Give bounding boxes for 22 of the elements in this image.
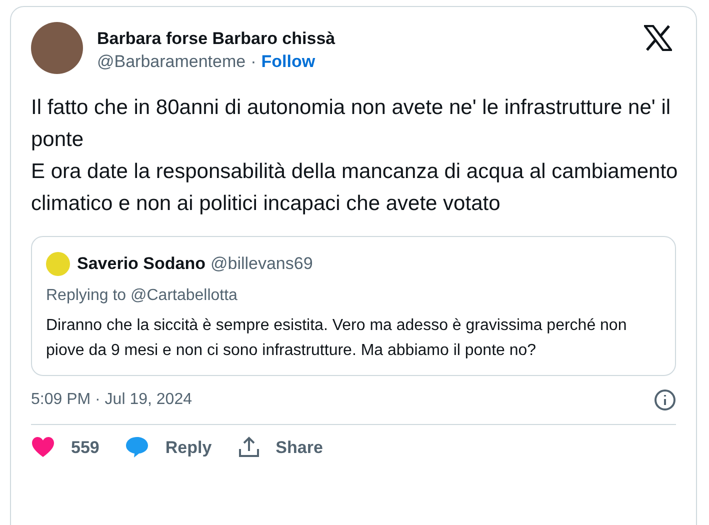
timestamp[interactable]: 5:09 PM · Jul 19, 2024: [31, 388, 192, 412]
tweet-text: E ora date la responsabilità della mancanza di acqua al cambiamento climatico e non ai politici incapaci che avete votato: [31, 159, 679, 217]
avatar-photo-placeholder: [31, 22, 83, 74]
quoted-tweet-card[interactable]: [31, 236, 676, 376]
share-icon: [238, 436, 260, 458]
author-handle: @Barbaramenteme: [97, 51, 246, 73]
quoted-author-name: Saverio Sodano: [77, 253, 206, 275]
author-name: Barbara forse Barbaro chissà: [97, 28, 336, 50]
quoted-tweet-text: Diranno che la siccità è sempre esistita. Vero ma adesso è gravissima perché non piove da 9 mesi e non ci sono infrastrutture. Ma abbiamo il ponte no?: [46, 316, 628, 360]
replying-to-text: Replying to @Cartabellotta: [46, 286, 238, 306]
reply-button[interactable]: Reply: [125, 434, 212, 460]
like-button[interactable]: 559: [31, 434, 100, 460]
speech-bubble-icon: [125, 436, 150, 458]
info-icon[interactable]: [654, 388, 676, 410]
heart-icon: [31, 436, 55, 458]
share-button[interactable]: Share: [238, 434, 323, 460]
separator: ·: [250, 51, 256, 73]
quoted-avatar-photo-placeholder: [46, 252, 70, 276]
tweet-text: Il fatto che in 80anni di autonomia non avete ne' le infrastrutture ne' il ponte: [31, 95, 672, 153]
follow-link[interactable]: Follow: [261, 50, 316, 74]
x-logo-icon[interactable]: [644, 25, 672, 51]
quoted-author-handle: @billevans69: [210, 253, 313, 275]
